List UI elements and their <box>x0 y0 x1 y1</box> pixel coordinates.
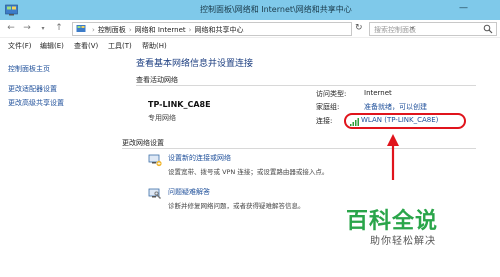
network-type: 专用网络 <box>148 114 176 122</box>
access-type-label: 访问类型: <box>316 90 347 98</box>
setup-new-connection-description: 设置宽带、拨号或 VPN 连接；或设置路由器或接入点。 <box>168 168 329 176</box>
wifi-signal-icon <box>350 118 359 126</box>
back-arrow-icon[interactable]: ← <box>6 23 16 34</box>
divider <box>136 85 476 86</box>
breadcrumb-item-network-internet[interactable]: 网络和 Internet <box>135 26 186 34</box>
search-box[interactable]: 搜索控制面板 <box>369 22 497 36</box>
connection-label: 连接: <box>316 117 333 125</box>
address-box[interactable]: › 控制面板 › 网络和 Internet › 网络和共享中心 ▾ <box>72 22 414 36</box>
troubleshoot-link[interactable]: 问题疑难解答 <box>168 187 210 197</box>
breadcrumb-item-control-panel[interactable]: 控制面板 <box>98 26 126 34</box>
sidebar-item-advanced-sharing[interactable]: 更改高级共享设置 <box>8 98 64 108</box>
breadcrumb-separator-icon: › <box>128 26 132 34</box>
watermark: 百科全说 助你轻松解决 <box>336 201 496 277</box>
control-panel-icon <box>5 4 18 16</box>
network-name: TP-LINK_CA8E <box>148 100 211 109</box>
control-panel-small-icon <box>76 25 86 32</box>
address-bar-row: ← → ▾ ↑ › 控制面板 › 网络和 Internet › 网络和共享中心 ▾ ↻ 搜… <box>0 20 500 38</box>
homegroup-link[interactable]: 准备就绪，可以创建 <box>364 102 427 112</box>
menu-help[interactable]: 帮助(H) <box>142 41 167 51</box>
minimize-button[interactable]: — <box>459 3 468 13</box>
network-setup-icon <box>148 154 162 167</box>
menu-file[interactable]: 文件(F) <box>8 41 32 51</box>
access-type-value: Internet <box>364 89 392 97</box>
active-networks-label: 查看活动网络 <box>136 76 178 84</box>
troubleshoot-icon <box>148 188 161 199</box>
page-title: 查看基本网络信息并设置连接 <box>136 59 254 69</box>
breadcrumb-separator-icon: › <box>188 26 192 34</box>
wlan-connection-link[interactable]: WLAN (TP-LINK_CA8E) <box>361 116 438 124</box>
setup-new-connection-link[interactable]: 设置新的连接或网络 <box>168 153 231 163</box>
breadcrumb-separator-icon: › <box>92 26 95 34</box>
breadcrumb: › 控制面板 › 网络和 Internet › 网络和共享中心 <box>89 25 243 35</box>
menu-edit[interactable]: 编辑(E) <box>40 41 64 51</box>
recent-pages-chevron-icon[interactable]: ▾ <box>38 23 48 34</box>
forward-arrow-icon[interactable]: → <box>22 23 32 34</box>
refresh-icon[interactable]: ↻ <box>355 23 363 33</box>
sidebar-item-adapter-settings[interactable]: 更改适配器设置 <box>8 84 57 94</box>
watermark-logo: 百科全说 <box>346 209 439 234</box>
watermark-slogan: 助你轻松解决 <box>370 236 436 247</box>
sidebar: 控制面板主页 更改适配器设置 更改高级共享设置 <box>0 54 118 277</box>
menu-tools[interactable]: 工具(T) <box>108 41 132 51</box>
search-placeholder: 搜索控制面板 <box>374 26 416 34</box>
divider <box>122 148 476 149</box>
menu-bar: 文件(F) 编辑(E) 查看(V) 工具(T) 帮助(H) <box>0 39 500 53</box>
title-bar: 控制面板\网络和 Internet\网络和共享中心 — <box>0 0 500 20</box>
window-title: 控制面板\网络和 Internet\网络和共享中心 <box>200 5 352 14</box>
troubleshoot-description: 诊断并修复网络问题，或者获得疑难解答信息。 <box>168 202 305 210</box>
breadcrumb-item-sharing-center[interactable]: 网络和共享中心 <box>194 26 243 34</box>
sidebar-item-control-panel-home[interactable]: 控制面板主页 <box>8 64 50 74</box>
up-arrow-icon[interactable]: ↑ <box>54 23 64 34</box>
change-network-settings-label: 更改网络设置 <box>122 139 164 147</box>
search-icon <box>483 24 493 34</box>
menu-view[interactable]: 查看(V) <box>74 41 98 51</box>
homegroup-label: 家庭组: <box>316 103 340 111</box>
